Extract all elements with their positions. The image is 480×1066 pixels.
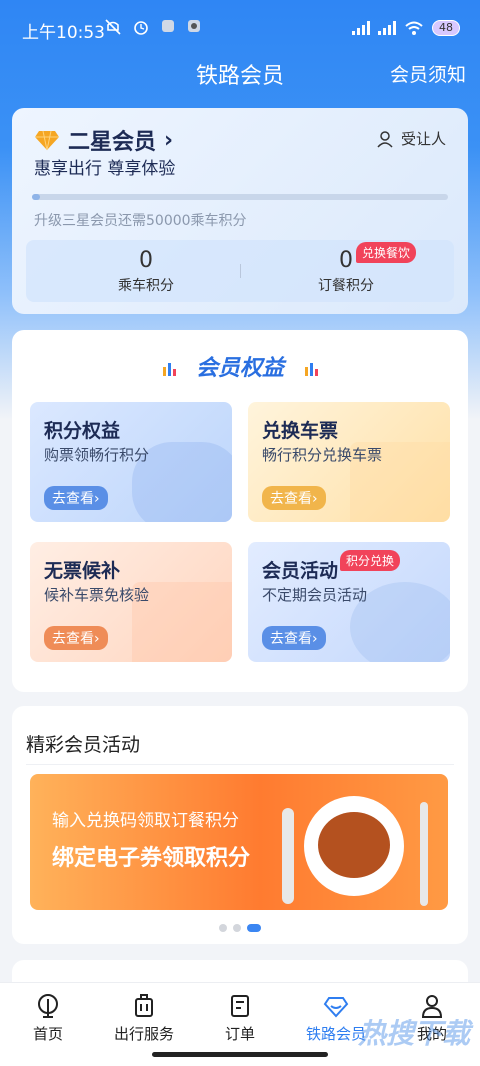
banner-line1: 输入兑换码领取订餐积分 <box>52 811 239 831</box>
points-divider <box>240 264 241 278</box>
app-notification-icon <box>162 20 174 32</box>
transferee-button[interactable]: 受让人 <box>377 128 446 149</box>
carousel-dot[interactable] <box>219 924 227 932</box>
luggage-icon <box>135 994 153 1017</box>
tab-label: 订单 <box>224 1025 255 1043</box>
redeem-meal-tag[interactable]: 兑换餐饮 <box>356 242 417 263</box>
tab-travel-service[interactable]: 出行服务 <box>96 993 192 1044</box>
benefits-title: 会员权益 <box>12 350 468 382</box>
carousel-indicator <box>12 924 468 932</box>
signal-icon <box>352 21 370 35</box>
ride-points-value: 0 <box>139 248 153 273</box>
activities-section: 精彩会员活动 输入兑换码领取订餐积分 绑定电子券领取积分 <box>12 706 468 944</box>
mute-icon <box>105 19 121 35</box>
title-decoration-icon <box>163 363 177 376</box>
member-level-label: 二星会员 <box>68 130 157 155</box>
meal-points[interactable]: 0 订餐积分 <box>246 248 446 295</box>
points-panel: 0 乘车积分 0 订餐积分 兑换餐饮 <box>26 240 454 302</box>
tab-label: 出行服务 <box>113 1025 174 1043</box>
tile-title: 会员活动 <box>262 560 339 582</box>
home-indicator[interactable] <box>152 1052 328 1057</box>
tab-home[interactable]: 首页 <box>0 993 96 1044</box>
tile-title: 积分权益 <box>44 420 121 442</box>
tile-title: 兑换车票 <box>262 420 339 442</box>
ride-points[interactable]: 0 乘车积分 <box>46 248 246 295</box>
benefits-title-label: 会员权益 <box>195 356 284 381</box>
tile-desc: 不定期会员活动 <box>262 586 368 604</box>
tab-orders[interactable]: 订单 <box>192 993 288 1044</box>
view-button[interactable]: 去查看› <box>44 626 108 650</box>
carousel-dot[interactable] <box>233 924 241 932</box>
spoon-icon <box>282 808 294 904</box>
transferee-label: 受让人 <box>400 130 446 148</box>
tile-desc: 畅行积分兑换车票 <box>262 446 383 464</box>
diamond-icon <box>35 130 59 151</box>
fork-icon <box>420 802 428 906</box>
view-button[interactable]: 去查看› <box>44 486 108 510</box>
upgrade-progress-bar <box>32 194 448 200</box>
tab-label: 首页 <box>32 1025 63 1043</box>
activity-banner[interactable]: 输入兑换码领取订餐积分 绑定电子券领取积分 <box>30 774 448 910</box>
tile-waitlist[interactable]: 无票候补 候补车票免核验 去查看› <box>30 542 232 662</box>
app-notification-icon-2 <box>188 20 200 32</box>
order-icon <box>231 995 249 1017</box>
view-button[interactable]: 去查看› <box>262 626 326 650</box>
signal-icon-2 <box>378 21 396 35</box>
upgrade-progress-fill <box>32 194 41 200</box>
battery-icon: 48 <box>432 20 460 36</box>
member-notice-link[interactable]: 会员须知 <box>390 60 466 87</box>
member-level[interactable]: 二星会员 › <box>34 124 173 156</box>
home-icon <box>38 994 58 1018</box>
tile-points-benefit[interactable]: 积分权益 购票领畅行积分 去查看› <box>30 402 232 522</box>
status-right: 48 <box>352 20 460 36</box>
upgrade-hint: 升级三星会员还需50000乘车积分 <box>34 213 247 229</box>
activities-divider <box>26 764 454 765</box>
points-exchange-tag: 积分兑换 <box>340 550 401 571</box>
activities-title: 精彩会员活动 <box>26 734 141 756</box>
status-icons <box>104 18 202 36</box>
status-time: 上午10:53 <box>22 23 105 43</box>
tile-desc: 购票领畅行积分 <box>44 446 150 464</box>
steak-icon <box>318 812 390 878</box>
carousel-dot[interactable] <box>247 924 261 932</box>
member-slogan: 惠享出行 尊享体验 <box>34 159 176 179</box>
view-button[interactable]: 去查看› <box>262 486 326 510</box>
tile-desc: 候补车票免核验 <box>44 586 150 604</box>
meal-points-label: 订餐积分 <box>318 278 374 294</box>
title-decoration-icon-2 <box>304 363 318 376</box>
title-bar: 铁路会员 会员须知 <box>0 52 480 92</box>
tile-exchange-ticket[interactable]: 兑换车票 畅行积分兑换车票 去查看› <box>248 402 450 522</box>
tile-member-activity[interactable]: 会员活动 不定期会员活动 去查看› 积分兑换 <box>248 542 450 662</box>
wifi-icon <box>405 21 423 35</box>
member-card: 二星会员 › 惠享出行 尊享体验 受让人 升级三星会员还需50000乘车积分 0… <box>12 108 468 314</box>
alarm-icon <box>134 21 148 35</box>
chevron-right-icon: › <box>164 127 174 153</box>
watermark: 热搜下载 <box>357 1017 470 1050</box>
ride-points-label: 乘车积分 <box>118 278 174 294</box>
tile-title: 无票候补 <box>44 560 121 582</box>
benefits-section: 会员权益 积分权益 购票领畅行积分 去查看› 兑换车票 畅行积分兑换车票 去查看… <box>12 330 468 692</box>
diamond-icon <box>323 997 349 1018</box>
status-bar: 上午10:53 48 <box>0 0 480 56</box>
person-transfer-icon <box>377 130 393 148</box>
banner-line2: 绑定电子券领取积分 <box>52 846 251 871</box>
tab-label: 铁路会员 <box>305 1025 366 1043</box>
